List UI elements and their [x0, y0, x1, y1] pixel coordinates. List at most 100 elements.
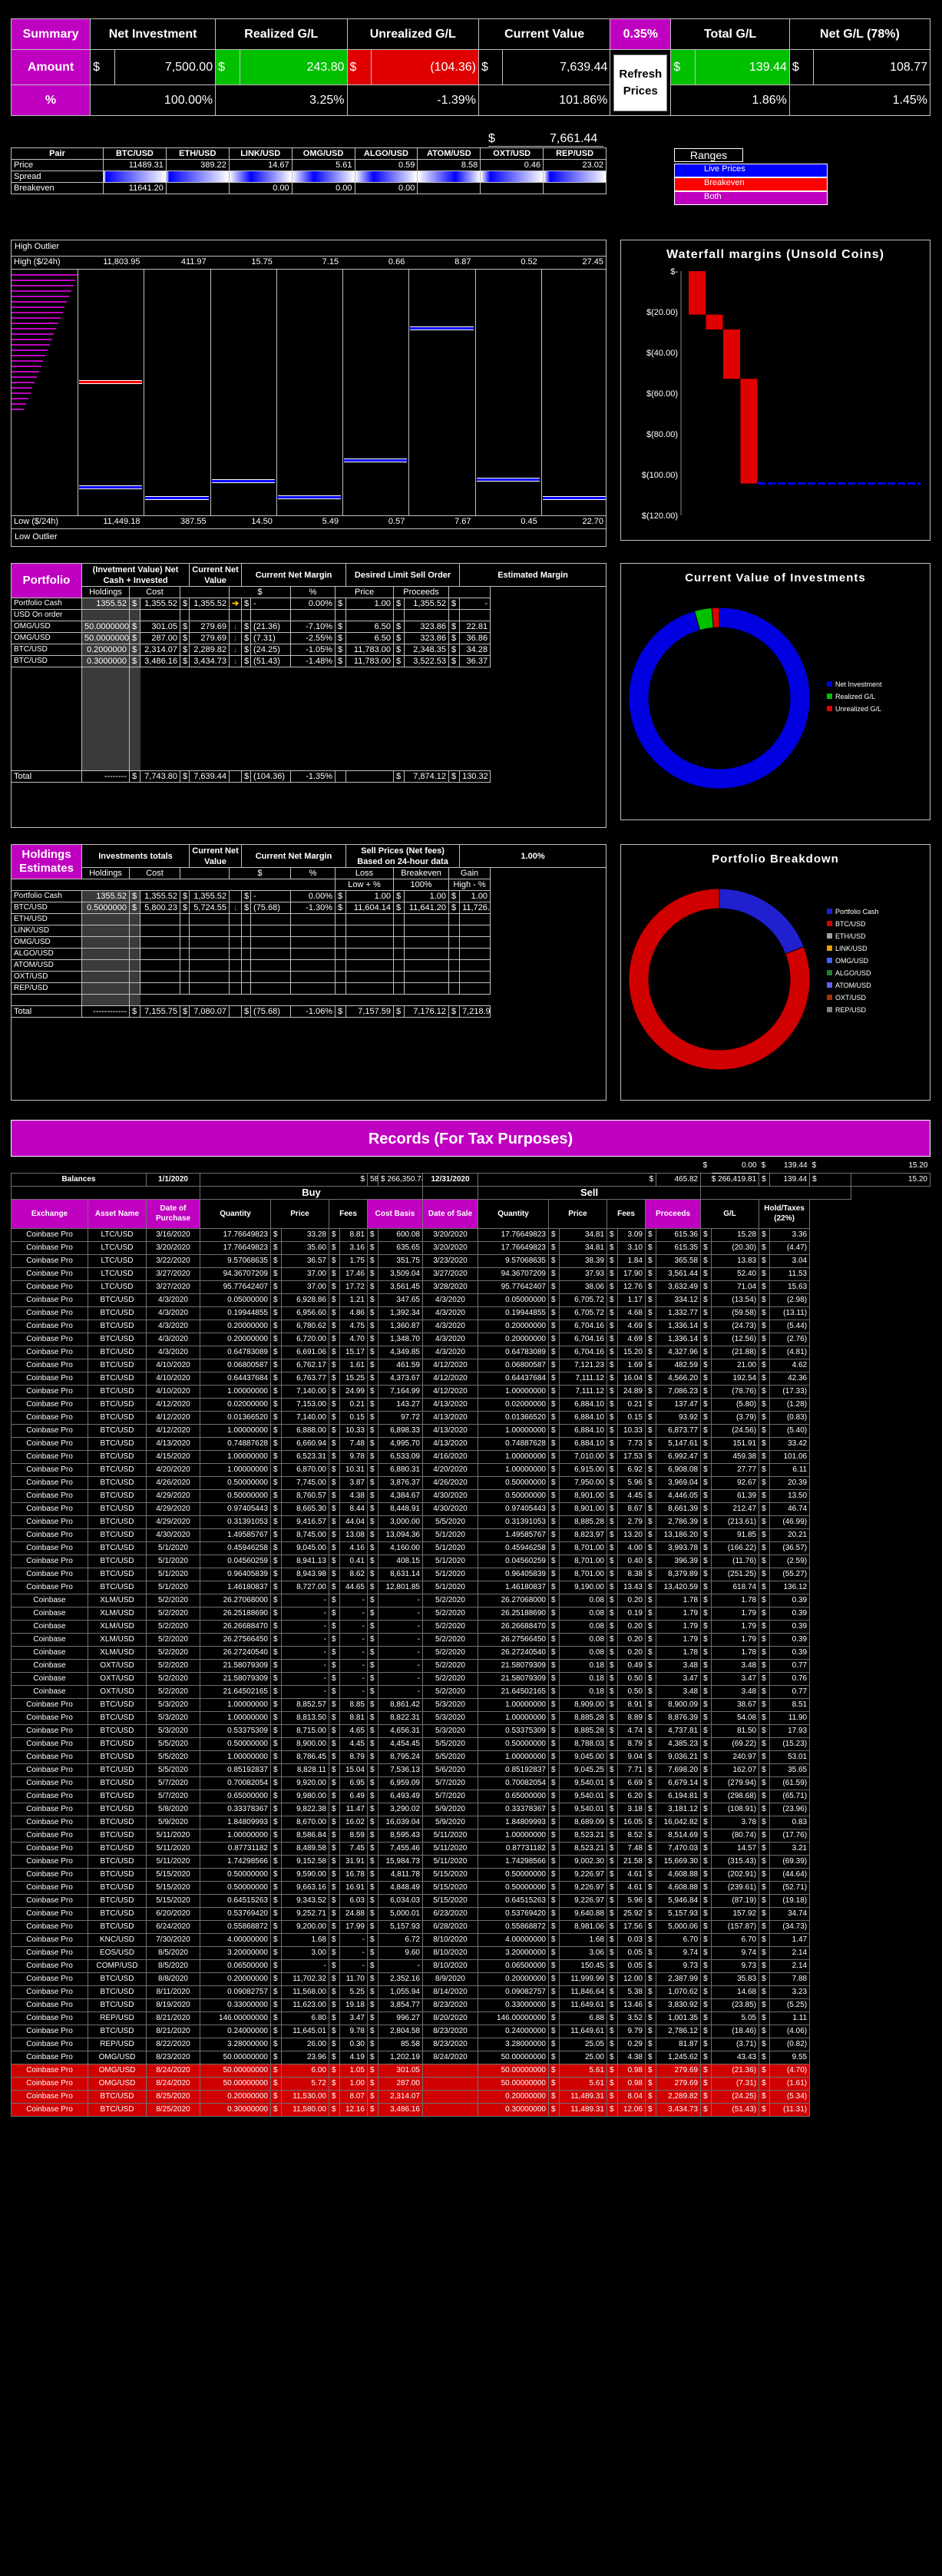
record-cell: $ — [759, 1253, 771, 1268]
record-cell: $ — [367, 1410, 378, 1425]
record-cell: 5.25 — [339, 1985, 368, 1999]
record-cell: $ — [645, 1253, 656, 1268]
balances-end-total: $ 266,419.81 — [700, 1172, 760, 1187]
record-cell: 5/1/2020 — [146, 1554, 200, 1568]
record-cell: 1.00000000 — [478, 1449, 549, 1464]
empty-cell — [251, 760, 291, 771]
record-cell: 8,795.24 — [378, 1750, 423, 1764]
record-cell: $ — [645, 1293, 656, 1307]
record-cell: BTC/USD — [88, 1841, 147, 1856]
record-cell: 1.00000000 — [200, 1710, 271, 1725]
record-cell: $ — [700, 1815, 712, 1829]
record-cell: $ — [329, 1436, 340, 1451]
record-cell: Coinbase Pro — [11, 2050, 88, 2064]
record-cell: 6.70 — [655, 1932, 702, 1947]
record-cell: $ — [270, 1658, 282, 1673]
empty-cell — [251, 714, 291, 725]
record-cell: $ — [759, 1789, 771, 1803]
record-cell: $ — [367, 1841, 378, 1856]
record-cell: $ — [329, 1763, 340, 1777]
record-cell: (55.27) — [769, 1567, 811, 1581]
record-cell: 8/24/2020 — [422, 2050, 478, 2064]
empty-cell — [460, 725, 491, 737]
spread-bar — [417, 171, 481, 183]
record-cell: 34.74 — [769, 1906, 811, 1921]
empty-cell — [190, 667, 230, 679]
empty-cell — [449, 725, 460, 737]
record-cell: $ — [329, 1645, 340, 1660]
empty-cell — [242, 748, 251, 760]
record-cell: $ — [548, 1645, 560, 1660]
donut-slice — [711, 607, 720, 628]
record-cell: 4/20/2020 — [422, 1462, 478, 1477]
record-cell: 0.96405839 — [200, 1567, 271, 1581]
record-cell: 4/10/2020 — [146, 1358, 200, 1372]
record-cell: 1.79 — [655, 1606, 702, 1621]
empty-cell — [449, 760, 460, 771]
record-cell: $ — [270, 2037, 282, 2051]
record-cell: 0.06500000 — [200, 1958, 271, 1973]
record-cell: 5/15/2020 — [422, 1880, 478, 1895]
empty-cell — [405, 760, 449, 771]
holding-cell: 1,355.52 — [189, 598, 230, 610]
record-cell: $ — [645, 1240, 656, 1255]
holding-row: OMG/USD — [11, 936, 607, 949]
record-cell: 5/7/2020 — [146, 1789, 200, 1803]
arrow-down-icon — [229, 959, 243, 972]
range-gradient-line — [12, 317, 61, 319]
balances-gl: 139.44 — [769, 1172, 811, 1187]
record-cell: 1.05 — [339, 2063, 368, 2078]
record-cell: (7.31) — [711, 2076, 760, 2091]
record-cell: 4,327.96 — [655, 1345, 702, 1359]
record-row: Coinbase Pro BTC/USD 5/3/2020 0.53375309 $8,… — [11, 1723, 930, 1738]
record-cell: 3,561.44 — [655, 1266, 702, 1281]
total-cell: (75.68) — [250, 1005, 292, 1018]
record-cell: $ — [607, 1449, 618, 1464]
refresh-prices-button[interactable]: Refresh Prices — [613, 54, 668, 111]
holding-cell: 1.00 — [345, 598, 395, 610]
record-cell: (5.25) — [769, 1998, 811, 2012]
record-cell: $ — [759, 1932, 771, 1947]
record-cell: 8,900.09 — [655, 1697, 702, 1712]
record-cell — [422, 2102, 478, 2117]
empty-cell — [180, 760, 190, 771]
record-cell: $ — [367, 1737, 378, 1751]
record-cell: (166.22) — [711, 1541, 760, 1555]
record-cell: 4/15/2020 — [146, 1449, 200, 1464]
record-cell: $ — [548, 1932, 560, 1947]
record-cell: $ — [700, 1449, 712, 1464]
record-cell: 0.02000000 — [478, 1397, 549, 1412]
record-cell: $ — [607, 1841, 618, 1856]
record-cell: 8,448.91 — [378, 1502, 423, 1516]
record-cell: 6,992.47 — [655, 1449, 702, 1464]
record-cell: 1.00000000 — [478, 1750, 549, 1764]
record-cell: - — [378, 1658, 423, 1673]
record-cell: $ — [329, 2024, 340, 2038]
record-cell: 33.42 — [769, 1436, 811, 1451]
record-cell: $ — [270, 1684, 282, 1699]
record-cell: 3.09 — [617, 1227, 646, 1242]
empty-cell — [190, 995, 230, 1006]
currency-symbol: $ — [90, 49, 115, 85]
record-cell: Coinbase — [11, 1619, 88, 1634]
record-cell: $ — [607, 1789, 618, 1803]
record-cell: 8.89 — [617, 1710, 646, 1725]
record-row: Coinbase Pro LTC/USD 3/27/2020 94.36707209 $… — [11, 1266, 930, 1281]
record-cell: 0.64515263 — [200, 1893, 271, 1908]
record-cell: Coinbase Pro — [11, 2102, 88, 2117]
empty-cell — [394, 690, 405, 702]
record-cell: $ — [548, 1462, 560, 1477]
legend-swatch — [827, 945, 832, 951]
record-cell: $ — [700, 1567, 712, 1581]
record-cell: $ — [367, 1880, 378, 1895]
record-cell: Coinbase Pro — [11, 1737, 88, 1751]
record-cell: 8.38 — [617, 1567, 646, 1581]
record-cell: $ — [645, 1423, 656, 1438]
record-cell: BTC/USD — [88, 1580, 147, 1594]
live-price-marker — [410, 326, 474, 331]
record-cell: 4/13/2020 — [422, 1410, 478, 1425]
record-cell: $ — [367, 1932, 378, 1947]
empty-cell — [129, 994, 140, 1006]
empty-cell — [346, 737, 394, 748]
record-cell: $ — [759, 2089, 771, 2104]
